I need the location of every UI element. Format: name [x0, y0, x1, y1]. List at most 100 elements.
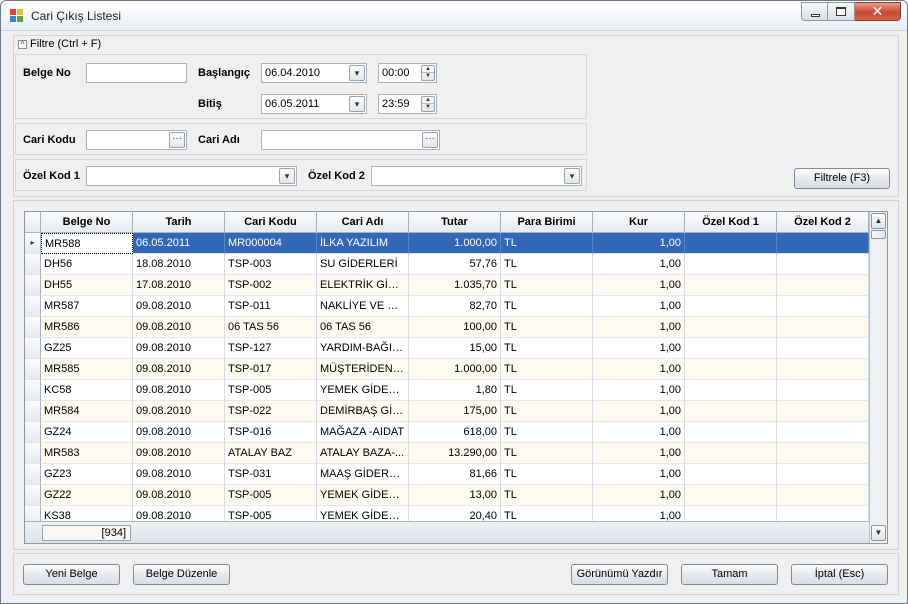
table-cell[interactable]: [685, 422, 777, 443]
table-cell[interactable]: [777, 506, 869, 521]
column-header[interactable]: Tutar: [409, 212, 501, 233]
table-cell[interactable]: 1,00: [593, 464, 685, 485]
table-cell[interactable]: TL: [501, 380, 593, 401]
table-cell[interactable]: TL: [501, 485, 593, 506]
table-cell[interactable]: [685, 338, 777, 359]
gorunumu-yazdir-button[interactable]: Görünümü Yazdır: [571, 564, 668, 585]
table-cell[interactable]: MR000004: [225, 233, 317, 254]
table-row[interactable]: KS38 09.08.2010 TSP-005 YEMEK GİDERL... 20,4…: [25, 506, 871, 521]
table-cell[interactable]: 82,70: [409, 296, 501, 317]
table-cell[interactable]: [685, 317, 777, 338]
scroll-down-button[interactable]: ▼: [871, 525, 886, 541]
table-cell[interactable]: TL: [501, 233, 593, 254]
table-cell[interactable]: 13.290,00: [409, 443, 501, 464]
table-cell[interactable]: 1,00: [593, 422, 685, 443]
table-cell[interactable]: 81,66: [409, 464, 501, 485]
baslangic-time-spinner[interactable]: ▲ ▼: [421, 65, 435, 81]
table-cell[interactable]: TL: [501, 317, 593, 338]
scroll-thumb[interactable]: [871, 230, 886, 239]
table-cell[interactable]: GZ24: [41, 422, 133, 443]
table-cell[interactable]: 09.08.2010: [133, 485, 225, 506]
spin-down-icon[interactable]: ▼: [422, 104, 434, 111]
table-cell[interactable]: [685, 464, 777, 485]
table-cell[interactable]: [777, 296, 869, 317]
table-cell[interactable]: [777, 275, 869, 296]
table-row[interactable]: MR583 09.08.2010 ATALAY BAZ ATALAY BAZA-...…: [25, 443, 871, 464]
table-cell[interactable]: TSP-005: [225, 380, 317, 401]
cari-adi-input[interactable]: ···: [261, 130, 440, 150]
table-cell[interactable]: [685, 443, 777, 464]
table-cell[interactable]: 09.08.2010: [133, 317, 225, 338]
table-cell[interactable]: TL: [501, 275, 593, 296]
table-cell[interactable]: [685, 401, 777, 422]
table-cell[interactable]: YEMEK GİDERL...: [317, 380, 409, 401]
column-header[interactable]: Cari Kodu: [225, 212, 317, 233]
table-cell[interactable]: TSP-031: [225, 464, 317, 485]
table-cell[interactable]: 1,00: [593, 338, 685, 359]
table-row[interactable]: GZ24 09.08.2010 TSP-016 MAĞAZA -AIDAT 618,00…: [25, 422, 871, 443]
row-indicator[interactable]: [25, 275, 41, 296]
table-cell[interactable]: 09.08.2010: [133, 464, 225, 485]
table-cell[interactable]: DH56: [41, 254, 133, 275]
table-cell[interactable]: [685, 233, 777, 254]
table-cell[interactable]: 1,00: [593, 296, 685, 317]
belge-no-input[interactable]: [86, 63, 187, 83]
row-indicator[interactable]: [25, 338, 41, 359]
row-indicator[interactable]: ▸: [25, 233, 41, 254]
table-cell[interactable]: TL: [501, 254, 593, 275]
table-cell[interactable]: GZ23: [41, 464, 133, 485]
table-cell[interactable]: 09.08.2010: [133, 296, 225, 317]
table-cell[interactable]: 100,00: [409, 317, 501, 338]
table-row[interactable]: KC58 09.08.2010 TSP-005 YEMEK GİDERL... 1,80…: [25, 380, 871, 401]
row-indicator[interactable]: [25, 422, 41, 443]
table-row[interactable]: ▸ MR588 06.05.2011 MR000004 İLKA YAZILIM 1.00…: [25, 233, 871, 254]
belge-duzenle-button[interactable]: Belge Düzenle: [133, 564, 230, 585]
minimize-button[interactable]: [801, 2, 828, 21]
row-indicator[interactable]: [25, 359, 41, 380]
table-cell[interactable]: TL: [501, 422, 593, 443]
table-cell[interactable]: 1,00: [593, 317, 685, 338]
ellipsis-icon[interactable]: ···: [169, 132, 185, 148]
table-cell[interactable]: MR583: [41, 443, 133, 464]
table-cell[interactable]: MR588: [41, 233, 133, 254]
table-cell[interactable]: ELEKTRİK GİDE...: [317, 275, 409, 296]
table-cell[interactable]: [777, 464, 869, 485]
table-cell[interactable]: 57,76: [409, 254, 501, 275]
table-cell[interactable]: 175,00: [409, 401, 501, 422]
table-cell[interactable]: TL: [501, 464, 593, 485]
filtrele-button[interactable]: Filtrele (F3): [794, 168, 890, 189]
table-cell[interactable]: [777, 443, 869, 464]
table-cell[interactable]: MAĞAZA -AIDAT: [317, 422, 409, 443]
table-cell[interactable]: [685, 254, 777, 275]
table-row[interactable]: MR584 09.08.2010 TSP-022 DEMİRBAŞ GİD... 175…: [25, 401, 871, 422]
table-cell[interactable]: [685, 506, 777, 521]
table-cell[interactable]: MR587: [41, 296, 133, 317]
table-cell[interactable]: 1,00: [593, 275, 685, 296]
table-cell[interactable]: [685, 485, 777, 506]
baslangic-time-input[interactable]: 00:00 ▲ ▼: [378, 63, 437, 83]
table-cell[interactable]: 09.08.2010: [133, 422, 225, 443]
table-cell[interactable]: 1,00: [593, 485, 685, 506]
table-cell[interactable]: TSP-022: [225, 401, 317, 422]
baslangic-date-picker[interactable]: 06.04.2010 ▾: [261, 63, 367, 83]
row-indicator[interactable]: [25, 254, 41, 275]
table-cell[interactable]: 06.05.2011: [133, 233, 225, 254]
bitis-time-input[interactable]: 23:59 ▲ ▼: [378, 94, 437, 114]
spin-up-icon[interactable]: ▲: [422, 66, 434, 73]
table-cell[interactable]: 1.000,00: [409, 233, 501, 254]
table-cell[interactable]: MR585: [41, 359, 133, 380]
table-cell[interactable]: KS38: [41, 506, 133, 521]
table-cell[interactable]: 1,00: [593, 254, 685, 275]
table-cell[interactable]: 15,00: [409, 338, 501, 359]
table-cell[interactable]: TL: [501, 443, 593, 464]
table-cell[interactable]: 09.08.2010: [133, 443, 225, 464]
table-cell[interactable]: 09.08.2010: [133, 401, 225, 422]
table-cell[interactable]: [685, 380, 777, 401]
table-cell[interactable]: [777, 338, 869, 359]
table-row[interactable]: DH55 17.08.2010 TSP-002 ELEKTRİK GİDE... 1.0…: [25, 275, 871, 296]
column-header[interactable]: Para Birimi: [501, 212, 593, 233]
row-indicator[interactable]: [25, 506, 41, 521]
spin-down-icon[interactable]: ▼: [422, 73, 434, 80]
table-cell[interactable]: [777, 317, 869, 338]
table-cell[interactable]: TL: [501, 296, 593, 317]
